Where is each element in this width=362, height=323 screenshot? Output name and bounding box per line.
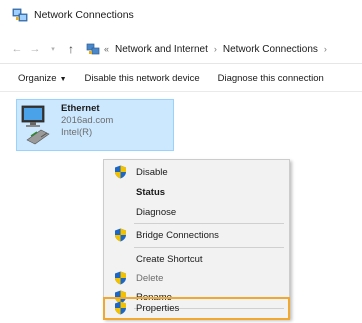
address-divider (0, 63, 362, 64)
control-panel-icon (86, 42, 100, 56)
left-arrow-icon[interactable]: ← (10, 43, 24, 55)
breadcrumb-network-connections[interactable]: Network Connections (223, 44, 318, 55)
toolbar-divider (0, 91, 362, 92)
menu-item-bridge-connections[interactable]: Bridge Connections (104, 225, 289, 245)
disable-device-button[interactable]: Disable this network device (85, 73, 200, 84)
menu-label-properties: Properties (136, 303, 180, 314)
right-arrow-icon[interactable]: → (28, 43, 42, 55)
organize-button[interactable]: Organize ▼ (18, 73, 67, 84)
up-arrow-icon[interactable]: ↑ (64, 42, 78, 56)
menu-label-create-shortcut: Create Shortcut (136, 253, 203, 265)
network-adapter-icon (17, 100, 57, 150)
network-connections-icon (12, 7, 28, 23)
uac-shield-icon (114, 271, 127, 285)
menu-label-delete: Delete (136, 272, 164, 284)
ethernet-connection-item[interactable]: Ethernet 2016ad.com Intel(R) (16, 99, 174, 151)
overflow-crumb[interactable]: « (104, 44, 109, 54)
menu-separator (134, 223, 284, 224)
connection-name: Ethernet (61, 103, 100, 114)
menu-item-create-shortcut[interactable]: Create Shortcut (104, 249, 289, 269)
breadcrumb-network-and-internet[interactable]: Network and Internet (115, 44, 208, 55)
window-title: Network Connections (34, 9, 134, 21)
menu-item-properties[interactable]: Properties (103, 297, 290, 320)
menu-label-disable: Disable (136, 166, 168, 178)
chevron-down-icon: ▼ (59, 75, 67, 83)
menu-label-bridge-connections: Bridge Connections (136, 229, 219, 241)
menu-item-diagnose[interactable]: Diagnose (104, 202, 289, 222)
diagnose-connection-button[interactable]: Diagnose this connection (218, 73, 324, 84)
uac-shield-icon (114, 301, 127, 315)
uac-shield-icon (114, 228, 127, 242)
organize-label: Organize (18, 72, 57, 84)
context-menu: Disable Status Diagnose Bridge Connectio… (103, 159, 290, 320)
menu-item-status[interactable]: Status (104, 182, 289, 202)
breadcrumb-separator-icon[interactable]: › (214, 44, 217, 54)
menu-separator (134, 247, 284, 248)
menu-label-status: Status (136, 186, 166, 198)
connection-adapter: Intel(R) (61, 127, 93, 138)
breadcrumb-separator-icon[interactable]: › (324, 44, 327, 54)
uac-shield-icon (114, 165, 127, 179)
connection-domain: 2016ad.com (61, 115, 114, 126)
chevron-down-icon[interactable]: ▾ (46, 45, 60, 53)
command-bar: Organize ▼ Disable this network device Di… (0, 68, 362, 88)
title-bar: Network Connections (0, 0, 362, 30)
menu-item-delete[interactable]: Delete (104, 268, 289, 288)
menu-item-disable[interactable]: Disable (104, 162, 289, 182)
menu-label-diagnose: Diagnose (136, 206, 177, 218)
address-bar: ← → ▾ ↑ « Network and Internet › Network… (0, 38, 362, 60)
